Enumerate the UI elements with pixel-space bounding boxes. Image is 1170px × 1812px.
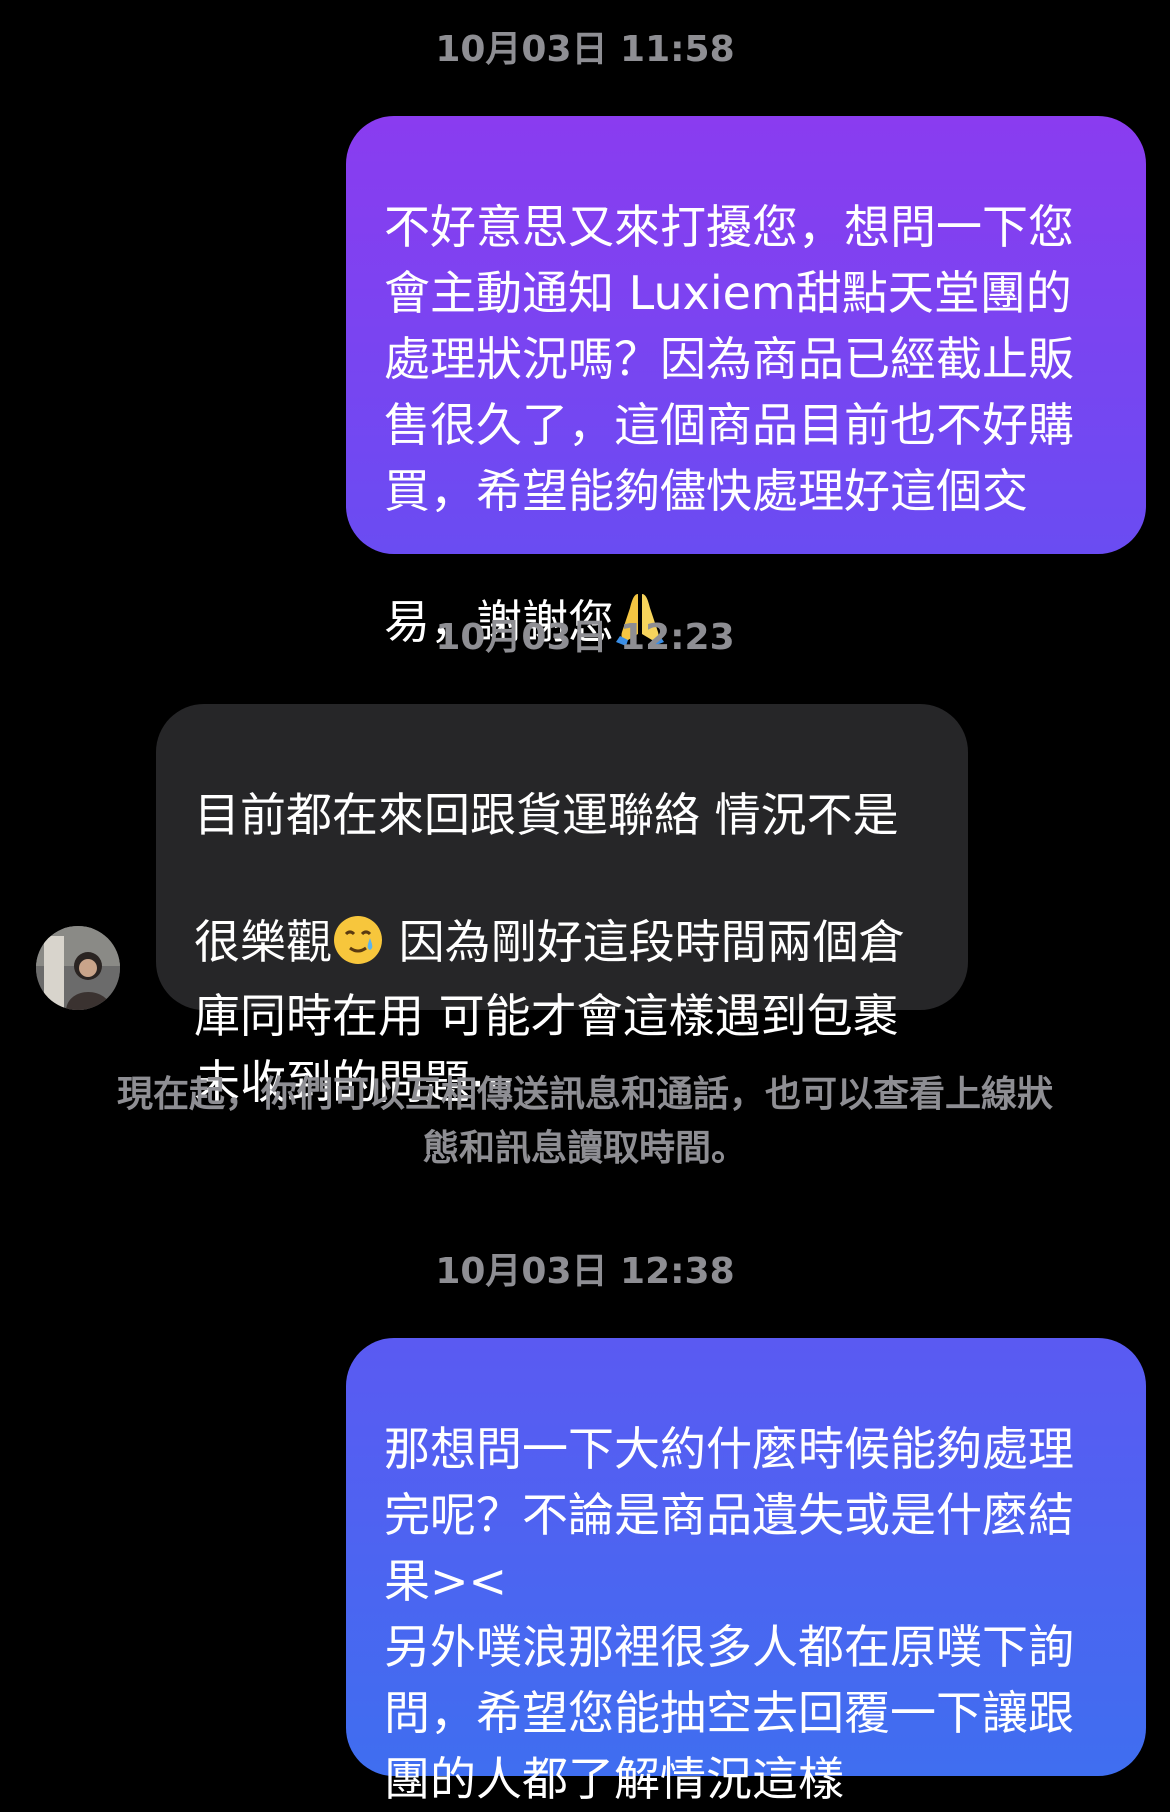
message-timestamp: 10月03日 12:38 <box>435 1251 735 1292</box>
message-timestamp: 10月03日 11:58 <box>435 29 735 70</box>
message-text: 不好意思又來打擾您，想問一下您會主動通知 Luxiem甜點天堂團的處理狀況嗎？因… <box>384 200 1074 649</box>
received-message-bubble[interactable]: 目前都在來回跟貨運聯絡 情況不是很樂觀 因為剛好這段時間兩個倉庫同時在用 可能才… <box>156 704 968 1109</box>
contact-avatar[interactable] <box>36 926 120 1010</box>
sent-message-bubble[interactable]: 那想問一下大約什麼時候能夠處理完呢？不論是商品遺失或是什麼結果>< 另外噗浪那裡… <box>346 1338 1146 1806</box>
message-timestamp: 10月03日 12:23 <box>435 617 735 658</box>
smiling-face-with-tear-icon <box>332 848 384 983</box>
privacy-notice: 現在起，你們可以互相傳送訊息和通話，也可以查看上線狀 態和訊息讀取時間。 <box>116 1074 1053 1169</box>
message-text: 那想問一下大約什麼時候能夠處理完呢？不論是商品遺失或是什麼結果>< 另外噗浪那裡… <box>384 1422 1074 1806</box>
sent-message-bubble[interactable]: 不好意思又來打擾您，想問一下您會主動通知 Luxiem甜點天堂團的處理狀況嗎？因… <box>346 116 1146 649</box>
